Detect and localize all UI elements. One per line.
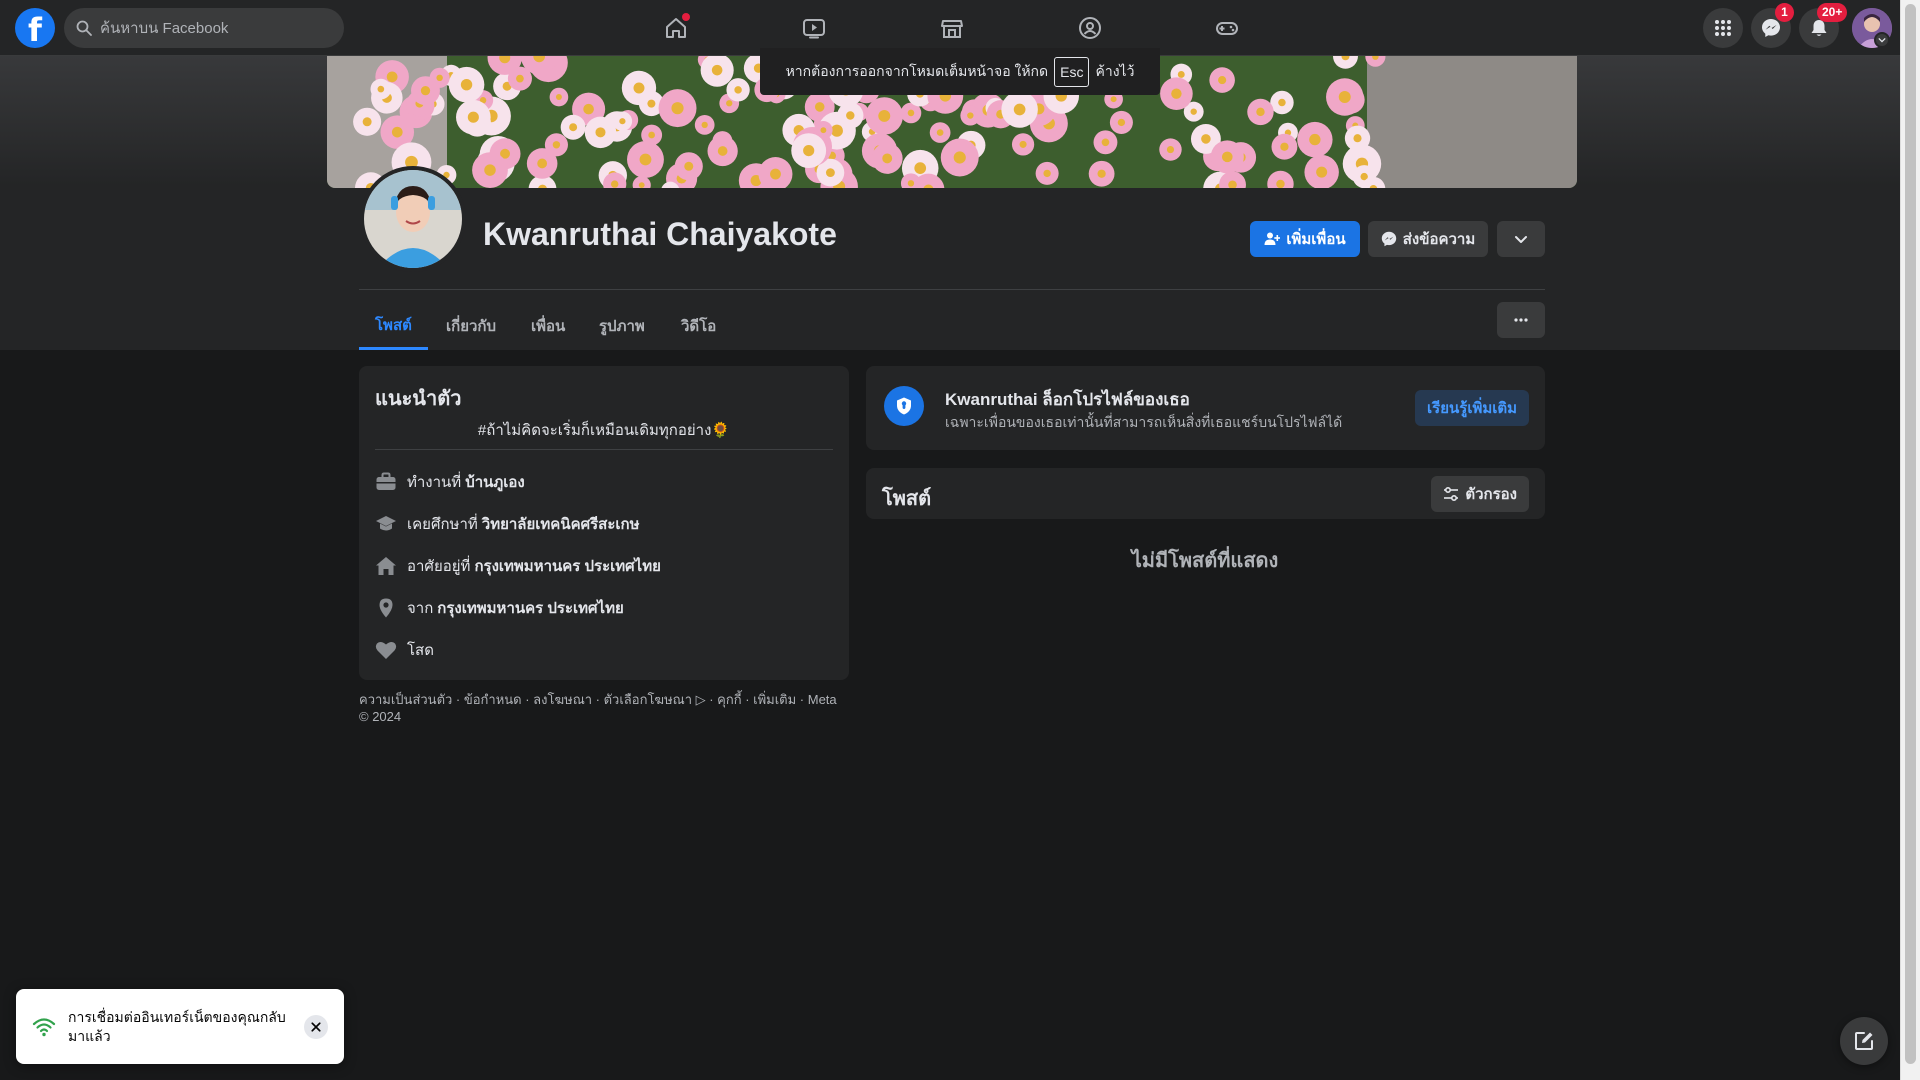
- intro-card: แนะนำตัว #ถ้าไม่คิดจะเริ่มก็เหมือนเดิมทุ…: [359, 366, 849, 680]
- add-friend-label: เพิ่มเพื่อน: [1286, 231, 1346, 248]
- location-pin-icon: [379, 598, 393, 618]
- filter-icon: [1444, 486, 1459, 502]
- intro-current-city: อาศัยอยู่ที่ กรุงเทพมหานคร ประเทศไทย: [375, 554, 661, 578]
- intro-education-value[interactable]: วิทยาลัยเทคนิคศรีสะเกษ: [482, 512, 640, 536]
- heart-icon: [375, 641, 397, 659]
- chevron-down-icon: [1878, 37, 1886, 43]
- intro-hometown: จาก กรุงเทพมหานคร ประเทศไทย: [375, 596, 624, 620]
- toast-close-button[interactable]: [304, 1015, 328, 1039]
- footer-links: ความเป็นส่วนตัว · ข้อกำหนด · ลงโฆษณา · ต…: [359, 691, 859, 725]
- fullscreen-exit-tip: หากต้องการออกจากโหมดเต็มหน้าจอ ให้กด Esc…: [760, 48, 1160, 95]
- profile-picture[interactable]: [360, 166, 466, 272]
- account-menu-chevron[interactable]: [1874, 32, 1890, 48]
- fullscreen-tip-suffix: ค้างไว้: [1095, 62, 1135, 79]
- send-message-button[interactable]: ส่งข้อความ: [1368, 221, 1488, 257]
- intro-work: ทำงานที่ บ้านภูเอง: [375, 470, 525, 494]
- filter-button[interactable]: ตัวกรอง: [1431, 476, 1529, 512]
- facebook-logo[interactable]: f: [15, 8, 55, 48]
- nav-watch[interactable]: [794, 8, 834, 48]
- tab-friends[interactable]: เพื่อน: [515, 302, 581, 350]
- tab-posts[interactable]: โพสต์: [359, 302, 428, 350]
- locked-notice-subtitle: เฉพาะเพื่อนของเธอเท่านั้นที่สามารถเห็นสิ…: [945, 414, 1343, 430]
- learn-more-button[interactable]: เรียนรู้เพิ่มเติม: [1415, 390, 1529, 426]
- intro-education-prefix: เคยศึกษาที่: [407, 516, 478, 533]
- more-profile-actions-button[interactable]: [1497, 221, 1545, 257]
- add-friend-button[interactable]: เพิ่มเพื่อน: [1250, 221, 1360, 257]
- intro-title: แนะนำตัว: [375, 388, 462, 410]
- no-posts-message: ไม่มีโพสต์ที่แสดง: [1131, 550, 1279, 572]
- intro-work-prefix: ทำงานที่: [407, 474, 462, 491]
- toast-message: การเชื่อมต่ออินเทอร์เน็ตของคุณกลับมาแล้ว: [68, 1009, 286, 1044]
- notifications-badge: 20+: [1817, 3, 1848, 22]
- add-friend-icon: [1264, 232, 1281, 245]
- posts-header-card: โพสต์ ตัวกรอง: [866, 468, 1545, 519]
- tabs-more-button[interactable]: [1497, 302, 1545, 338]
- nav-groups[interactable]: [1070, 8, 1110, 48]
- intro-current-city-value[interactable]: กรุงเทพมหานคร ประเทศไทย: [474, 554, 660, 578]
- fullscreen-tip-text: หากต้องการออกจากโหมดเต็มหน้าจอ ให้กด: [785, 62, 1049, 79]
- messenger-icon: [1381, 231, 1396, 247]
- search-box[interactable]: [64, 8, 344, 48]
- search-icon: [76, 20, 92, 36]
- nav-marketplace[interactable]: [932, 8, 972, 48]
- header-divider: [359, 289, 1545, 290]
- intro-education: เคยศึกษาที่ วิทยาลัยเทคนิคศรีสะเกษ: [375, 512, 640, 536]
- intro-relationship: โสด: [375, 638, 434, 662]
- wifi-icon: [32, 1018, 56, 1037]
- locked-notice-title: Kwanruthai ล็อกโปรไฟล์ของเธอ: [945, 390, 1190, 409]
- profile-name: Kwanruthai Chaiyakote: [483, 216, 837, 252]
- marketplace-icon: [941, 20, 963, 38]
- intro-hometown-value[interactable]: กรุงเทพมหานคร ประเทศไทย: [437, 596, 623, 620]
- menu-grid-icon: [1715, 20, 1731, 36]
- briefcase-icon: [376, 472, 396, 490]
- messenger-icon: [1762, 19, 1780, 37]
- new-message-button[interactable]: [1840, 1017, 1888, 1065]
- connection-restored-toast: การเชื่อมต่ออินเทอร์เน็ตของคุณกลับมาแล้ว: [16, 989, 344, 1064]
- footer-link-list[interactable]: ความเป็นส่วนตัว · ข้อกำหนด · ลงโฆษณา · ต…: [359, 691, 859, 708]
- notifications-button[interactable]: 20+: [1799, 3, 1848, 48]
- locked-profile-notice: Kwanruthai ล็อกโปรไฟล์ของเธอ เฉพาะเพื่อน…: [866, 366, 1545, 450]
- profile-picture-image: [364, 170, 462, 268]
- filter-label: ตัวกรอง: [1465, 486, 1517, 503]
- intro-hometown-prefix: จาก: [407, 600, 434, 617]
- messenger-button[interactable]: 1: [1751, 3, 1794, 48]
- scrollbar-thumb[interactable]: [1905, 4, 1916, 1064]
- menu-button[interactable]: [1703, 8, 1743, 48]
- tab-about[interactable]: เกี่ยวกับ: [430, 302, 512, 350]
- nav-home[interactable]: [656, 8, 696, 48]
- intro-bio: #ถ้าไม่คิดจะเริ่มก็เหมือนเดิมทุกอย่าง🌻: [477, 422, 731, 439]
- close-icon: [311, 1022, 321, 1032]
- intro-divider: [375, 449, 833, 450]
- tab-photos[interactable]: รูปภาพ: [583, 302, 661, 350]
- watch-icon: [803, 19, 825, 39]
- posts-title: โพสต์: [882, 488, 932, 510]
- tab-videos[interactable]: วิดีโอ: [665, 302, 732, 350]
- home-notification-dot: [682, 13, 690, 21]
- footer-copyright: © 2024: [359, 709, 402, 724]
- messenger-badge: 1: [1775, 3, 1794, 22]
- compose-icon: [1855, 1032, 1873, 1050]
- chevron-down-icon: [1515, 236, 1527, 243]
- page-scrollbar[interactable]: [1900, 0, 1920, 1080]
- search-input[interactable]: [100, 19, 320, 37]
- house-icon: [376, 557, 396, 575]
- send-message-label: ส่งข้อความ: [1402, 231, 1476, 248]
- shield-lock-icon: [884, 386, 924, 426]
- more-icon: [1514, 318, 1528, 322]
- intro-current-city-prefix: อาศัยอยู่ที่: [407, 558, 471, 575]
- intro-work-value[interactable]: บ้านภูเอง: [465, 470, 525, 494]
- nav-gaming[interactable]: [1207, 8, 1247, 48]
- gaming-icon: [1216, 22, 1238, 35]
- groups-icon: [1079, 17, 1101, 39]
- intro-relationship-value: โสด: [407, 642, 434, 659]
- graduation-cap-icon: [376, 516, 396, 531]
- esc-key-hint: Esc: [1054, 56, 1090, 87]
